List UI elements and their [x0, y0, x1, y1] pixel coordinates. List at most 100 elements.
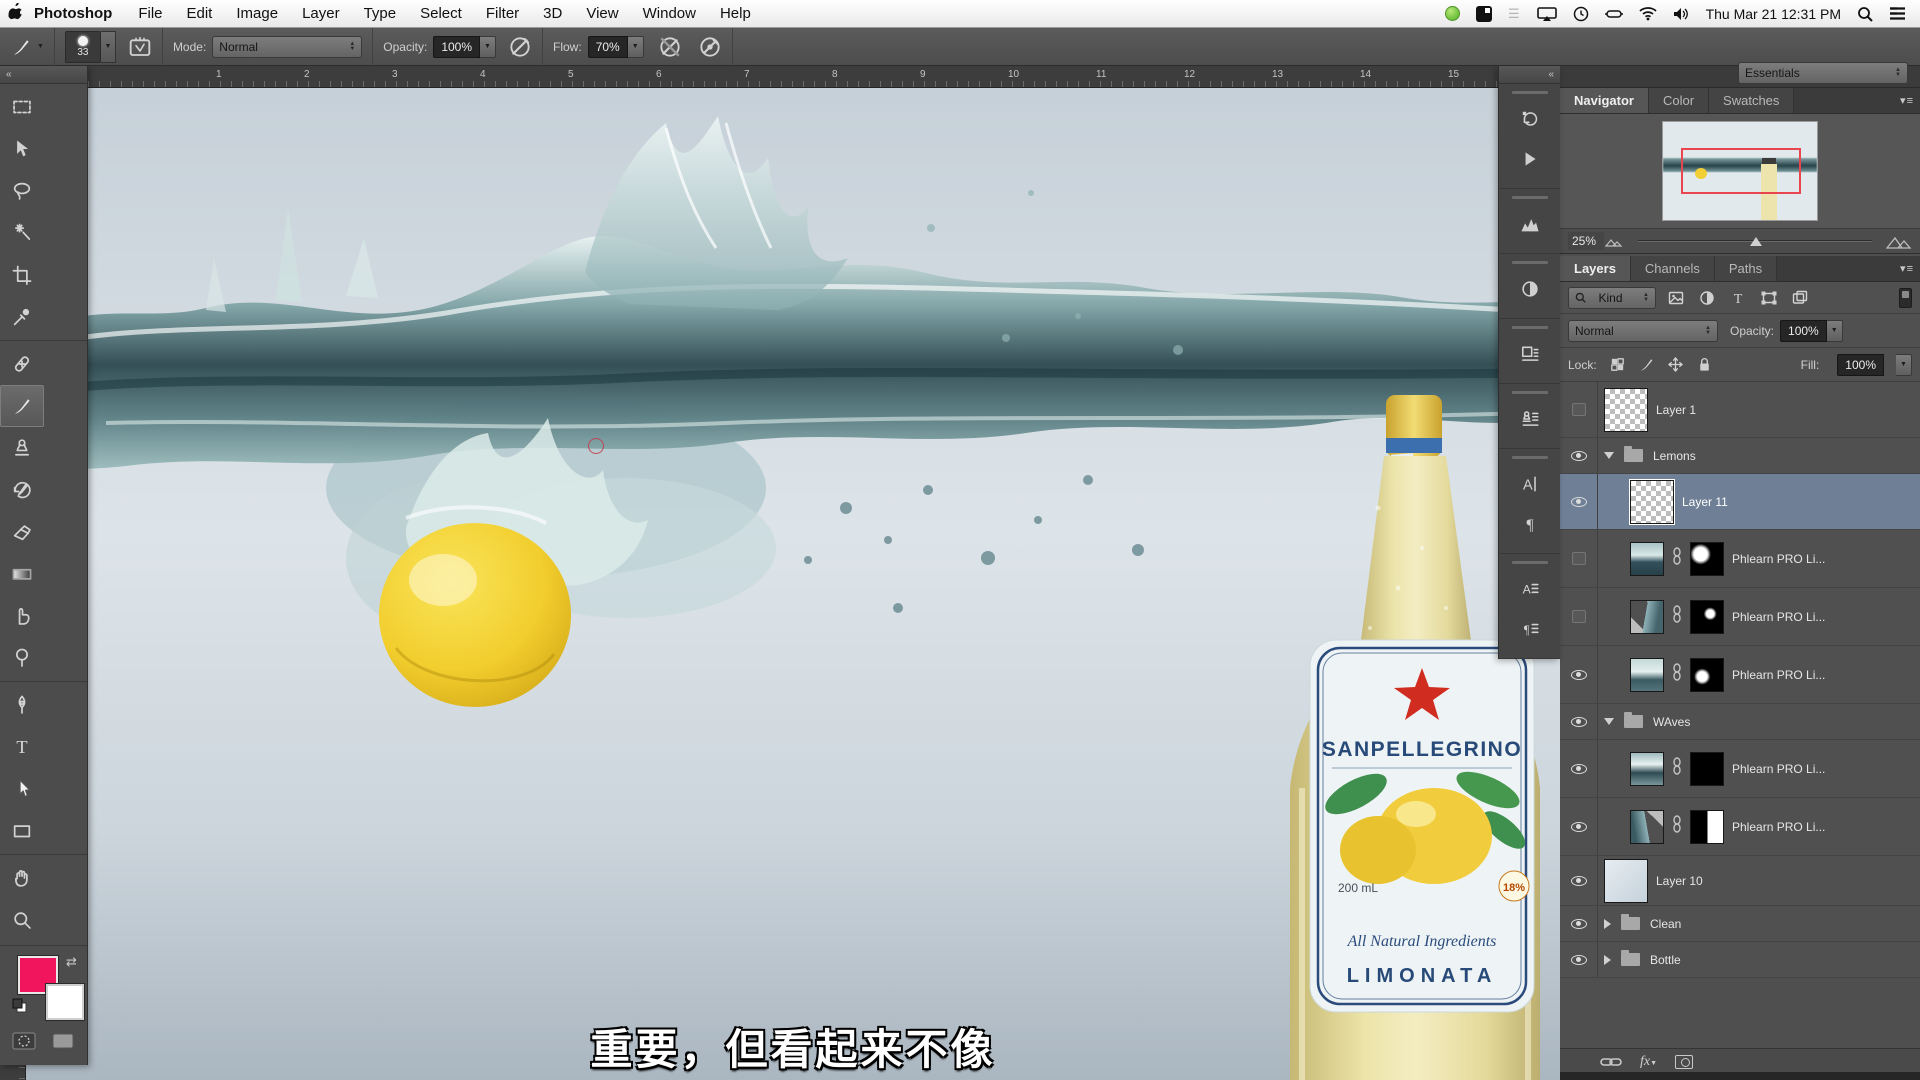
navigator-view-box[interactable] — [1681, 148, 1801, 194]
mask-link-icon[interactable] — [1672, 663, 1682, 686]
brush-panel-toggle-icon[interactable] — [128, 35, 152, 59]
tab-layers[interactable]: Layers — [1560, 256, 1631, 281]
link-layers-icon[interactable] — [1600, 1056, 1622, 1068]
menu-view[interactable]: View — [574, 5, 630, 22]
menu-image[interactable]: Image — [224, 5, 290, 22]
layer-row-clean[interactable]: Clean — [1560, 906, 1920, 942]
history-brush-tool[interactable] — [0, 469, 44, 511]
opacity-field[interactable]: 100% — [433, 36, 480, 58]
visibility-toggle[interactable] — [1560, 798, 1598, 855]
tab-paths[interactable]: Paths — [1715, 256, 1777, 281]
spot-healing-brush-tool[interactable] — [0, 343, 44, 385]
brush-tool[interactable] — [0, 385, 44, 427]
flow-dropdown-arrow[interactable]: ▼ — [628, 36, 644, 58]
dimmed-menu-extra-icon[interactable]: ☰ — [1508, 6, 1521, 22]
fill-arrow[interactable]: ▼ — [1896, 354, 1912, 376]
smudge-tool[interactable] — [0, 595, 44, 637]
layer-row-layer-1[interactable]: Layer 1 — [1560, 382, 1920, 438]
expand-group-triangle[interactable] — [1604, 919, 1611, 929]
tab-channels[interactable]: Channels — [1631, 256, 1715, 281]
move-tool[interactable] — [0, 128, 44, 170]
layer-name[interactable]: Bottle — [1650, 953, 1681, 967]
path-selection-tool[interactable] — [0, 768, 44, 810]
layer-name[interactable]: WAves — [1653, 715, 1690, 729]
background-color-swatch[interactable] — [46, 984, 84, 1020]
type-tool[interactable]: T — [0, 726, 44, 768]
window-manager-icon[interactable] — [1476, 6, 1492, 22]
lasso-tool[interactable] — [0, 170, 44, 212]
menu-clock[interactable]: Thu Mar 21 12:31 PM — [1706, 6, 1841, 22]
mask-link-icon[interactable] — [1672, 757, 1682, 780]
tab-color[interactable]: Color — [1649, 88, 1709, 113]
layer-row-bottle[interactable]: Bottle — [1560, 942, 1920, 978]
mask-link-icon[interactable] — [1672, 547, 1682, 570]
sync-status-icon[interactable] — [1445, 6, 1460, 21]
adjustments-panel-icon[interactable] — [1509, 270, 1551, 308]
properties-panel-icon[interactable] — [1509, 335, 1551, 373]
magic-wand-tool[interactable] — [0, 212, 44, 254]
filter-type-layers-icon[interactable]: T — [1727, 287, 1749, 309]
wifi-icon[interactable] — [1639, 7, 1657, 21]
horizontal-ruler[interactable]: 123456789101112131415 — [0, 66, 1560, 88]
layer-thumbnail[interactable] — [1630, 810, 1664, 844]
menu-select[interactable]: Select — [408, 5, 474, 22]
rectangle-shape-tool[interactable] — [0, 810, 44, 852]
layers-opacity-arrow[interactable]: ▼ — [1827, 320, 1843, 342]
layer-mask-thumbnail[interactable] — [1690, 810, 1724, 844]
blend-mode-dropdown[interactable]: Normal ▲▼ — [212, 36, 362, 58]
pressure-opacity-icon[interactable] — [508, 35, 532, 59]
filter-pixel-layers-icon[interactable] — [1665, 287, 1687, 309]
dodge-tool[interactable] — [0, 637, 44, 679]
zoom-out-icon[interactable] — [1604, 235, 1624, 247]
filter-adjustment-layers-icon[interactable] — [1696, 287, 1718, 309]
pen-tool[interactable] — [0, 684, 44, 726]
tools-panel-collapse[interactable]: « — [0, 66, 87, 84]
menu-help[interactable]: Help — [708, 5, 763, 22]
actions-panel-icon[interactable] — [1509, 140, 1551, 178]
zoom-in-icon[interactable] — [1886, 234, 1912, 249]
opacity-dropdown-arrow[interactable]: ▼ — [480, 36, 496, 58]
menu-edit[interactable]: Edit — [175, 5, 225, 22]
layer-thumbnail[interactable] — [1630, 600, 1664, 634]
airplay-icon[interactable] — [1537, 7, 1557, 21]
mask-link-icon[interactable] — [1672, 605, 1682, 628]
default-colors-icon[interactable] — [12, 998, 28, 1019]
flow-field[interactable]: 70% — [588, 36, 628, 58]
quick-mask-button[interactable] — [12, 1032, 36, 1055]
visibility-toggle[interactable] — [1560, 646, 1598, 703]
layer-name[interactable]: Phlearn PRO Li... — [1732, 820, 1825, 834]
layer-row-phlearn-pro-li-[interactable]: Phlearn PRO Li... — [1560, 530, 1920, 588]
layer-row-phlearn-pro-li-[interactable]: Phlearn PRO Li... — [1560, 646, 1920, 704]
navigator-zoom-slider[interactable] — [1638, 235, 1872, 247]
character-panel-icon[interactable]: A — [1509, 465, 1551, 503]
visibility-toggle[interactable] — [1560, 530, 1598, 587]
clone-stamp-tool[interactable] — [0, 427, 44, 469]
paragraph-styles-panel-icon[interactable]: ¶ — [1509, 610, 1551, 648]
navigator-thumbnail[interactable] — [1662, 121, 1818, 221]
layer-thumbnail[interactable] — [1630, 542, 1664, 576]
layer-row-waves[interactable]: WAves — [1560, 704, 1920, 740]
layer-thumbnail[interactable] — [1604, 859, 1648, 903]
rectangular-marquee-tool[interactable] — [0, 86, 44, 128]
tab-swatches[interactable]: Swatches — [1709, 88, 1794, 113]
layer-effects-icon[interactable]: fx▼ — [1640, 1054, 1657, 1070]
layer-row-layer-10[interactable]: Layer 10 — [1560, 856, 1920, 906]
lock-image-pixels-icon[interactable] — [1638, 356, 1655, 373]
layer-name[interactable]: Layer 11 — [1682, 495, 1728, 509]
collapse-group-triangle[interactable] — [1604, 452, 1614, 459]
layer-mask-thumbnail[interactable] — [1690, 752, 1724, 786]
filter-kind-dropdown[interactable]: Kind ▲▼ — [1568, 287, 1656, 309]
visibility-toggle[interactable] — [1560, 856, 1598, 905]
time-machine-icon[interactable] — [1573, 6, 1589, 22]
add-layer-mask-icon[interactable] — [1675, 1055, 1693, 1069]
filter-shape-layers-icon[interactable] — [1758, 287, 1780, 309]
layer-row-phlearn-pro-li-[interactable]: Phlearn PRO Li... — [1560, 798, 1920, 856]
layer-name[interactable]: Phlearn PRO Li... — [1732, 668, 1825, 682]
layer-thumbnail[interactable] — [1630, 658, 1664, 692]
character-styles-panel-icon[interactable]: A — [1509, 570, 1551, 608]
spotlight-icon[interactable] — [1857, 6, 1873, 22]
layer-name[interactable]: Phlearn PRO Li... — [1732, 762, 1825, 776]
paragraph-panel-icon[interactable]: ¶ — [1509, 505, 1551, 543]
brush-preset-picker[interactable]: 33 ▼ — [55, 28, 163, 66]
histogram-panel-icon[interactable] — [1509, 205, 1551, 243]
